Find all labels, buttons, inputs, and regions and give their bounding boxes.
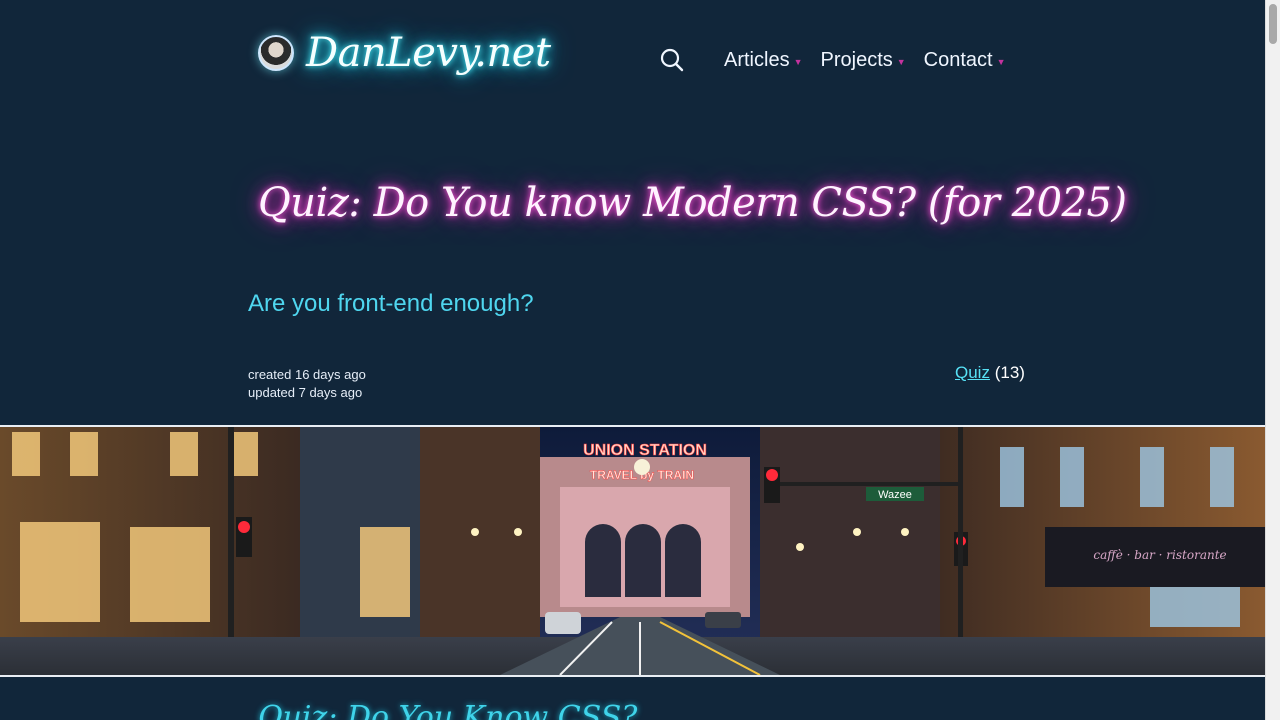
nav-articles-label: Articles [724,48,790,71]
created-date: created 16 days ago [248,367,366,382]
main-nav: Articles ▼ Projects ▼ Contact ▼ [658,46,1006,74]
hero-image: UNION STATION TRAVEL by TRAIN caffè · ba… [0,425,1265,677]
tag-count: (13) [994,363,1025,382]
next-article-heading[interactable]: Quiz: Do You Know CSS? [258,700,637,720]
nav-contact-label: Contact [923,48,993,71]
search-button[interactable] [658,46,686,74]
article-meta: created 16 days ago updated 7 days ago [248,366,366,402]
scrollbar-thumb[interactable] [1269,4,1277,44]
street-sign: Wazee [878,489,912,501]
station-sign-line1: UNION STATION [583,442,707,459]
nav-projects[interactable]: Projects ▼ [821,49,906,72]
vertical-scrollbar[interactable] [1265,0,1280,720]
search-icon [660,48,684,72]
svg-text:caffè · bar · ristorante: caffè · bar · ristorante [1093,548,1226,562]
page-title: Quiz: Do You know Modern CSS? (for 2025) [258,180,1127,226]
nav-projects-label: Projects [820,48,893,71]
updated-date: updated 7 days ago [248,385,363,400]
chevron-down-icon: ▼ [896,57,906,67]
home-link[interactable]: DanLevy.net [258,30,551,76]
nav-contact[interactable]: Contact ▼ [924,49,1006,72]
page: DanLevy.net Articles ▼ Projects ▼ Contac… [0,0,1280,720]
chevron-down-icon: ▼ [996,57,1006,67]
tag-link-quiz[interactable]: Quiz [955,363,990,382]
chevron-down-icon: ▼ [793,57,803,67]
nav-articles[interactable]: Articles ▼ [724,49,803,72]
avatar-icon [258,35,294,71]
tag-group: Quiz (13) [955,363,1025,383]
article-subtitle: Are you front-end enough? [248,290,534,317]
union-station-illustration: UNION STATION TRAVEL by TRAIN caffè · ba… [0,427,1265,675]
site-header: DanLevy.net Articles ▼ Projects ▼ Contac… [0,0,1265,130]
site-name: DanLevy.net [306,30,551,76]
